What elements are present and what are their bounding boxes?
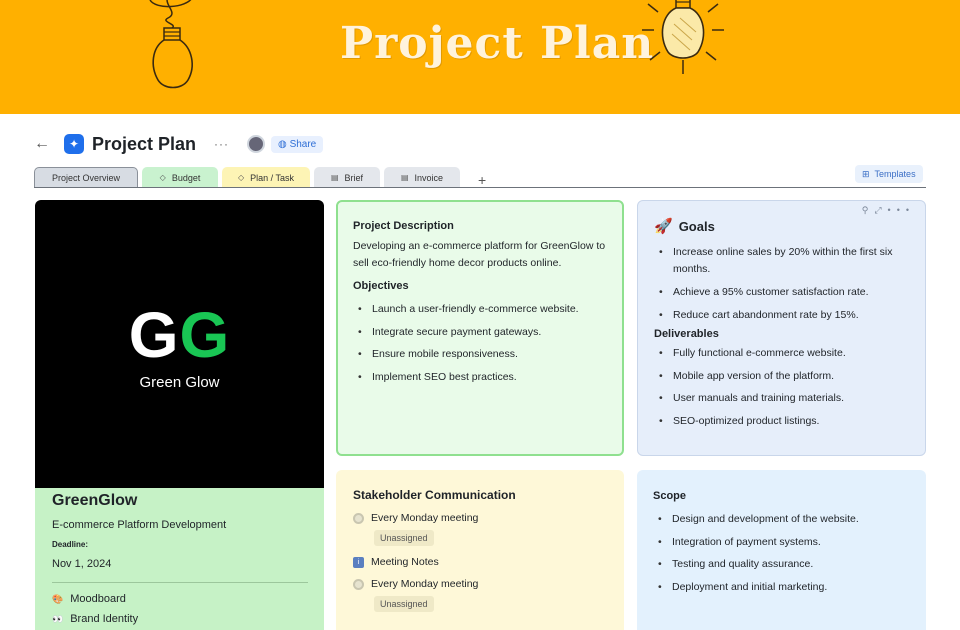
list-item: Achieve a 95% customer satisfaction rate…: [654, 281, 911, 304]
list-item: Design and development of the website.: [653, 508, 912, 531]
scope-heading: Scope: [653, 490, 687, 502]
assignee-badge[interactable]: Unassigned: [374, 596, 434, 612]
logo-letter-g2: G: [179, 298, 231, 371]
notes-row[interactable]: i Meeting Notes: [353, 556, 608, 568]
deadline-value: Nov 1, 2024: [52, 558, 112, 570]
avatar[interactable]: [247, 135, 266, 153]
scope-card: Scope Design and development of the webs…: [637, 470, 926, 630]
tab-label: Budget: [171, 172, 201, 183]
list-item: Mobile app version of the platform.: [654, 365, 911, 388]
page-header: ← ✦ Project Plan ··· ◍ Share: [34, 130, 324, 158]
back-arrow-icon[interactable]: ←: [34, 135, 56, 153]
more-options-icon[interactable]: ···: [214, 137, 229, 151]
deadline-label: Deadline:: [52, 540, 89, 549]
notes-icon: i: [353, 556, 364, 568]
task-row[interactable]: Every Monday meeting: [353, 512, 608, 524]
list-item: Deployment and initial marketing.: [653, 576, 912, 599]
grid-icon: ⊞: [862, 168, 870, 179]
tab-label: Brief: [344, 172, 364, 183]
brand-info: GreenGlow E-commerce Platform Developmen…: [35, 488, 324, 630]
document-icon: ▤: [400, 173, 409, 182]
list-item: User manuals and training materials.: [654, 387, 911, 410]
templates-button[interactable]: ⊞ Templates: [855, 165, 923, 183]
tab-label: Project Overview: [51, 173, 121, 183]
brand-subtitle: E-commerce Platform Development: [52, 519, 227, 531]
divider: [52, 582, 308, 583]
tab-project-overview[interactable]: Project Overview: [34, 167, 138, 188]
goals-title: 🚀 Goals: [654, 217, 911, 235]
stakeholder-communication-card: Stakeholder Communication Every Monday m…: [336, 470, 624, 630]
tab-budget[interactable]: ◇ Budget: [142, 167, 218, 188]
expand-icon[interactable]: ⤢: [874, 205, 887, 215]
goals-title-text: Goals: [678, 218, 715, 234]
add-tab-icon[interactable]: +: [478, 172, 486, 188]
tab-plan-task[interactable]: ◇ Plan / Task: [222, 167, 310, 188]
link-label: Brand Identity: [70, 613, 139, 625]
list-item: Fully functional e-commerce website.: [654, 342, 911, 365]
globe-icon: ◍: [278, 138, 290, 150]
share-label: Share: [289, 138, 317, 150]
banner: Project Plan: [0, 0, 960, 114]
link-brand-identity[interactable]: 👀 Brand Identity: [52, 613, 308, 625]
stakeholder-title: Stakeholder Communication: [353, 488, 516, 502]
logo-text: Green Glow: [139, 373, 220, 391]
eyes-icon: 👀: [52, 613, 64, 624]
notes-label: Meeting Notes: [371, 556, 439, 568]
status-circle-icon[interactable]: [353, 578, 364, 590]
page-title: Project Plan: [92, 133, 197, 154]
logo-letter-g1: G: [128, 298, 180, 371]
brand-logo: GG Green Glow: [35, 200, 324, 488]
objectives-heading: Objectives: [353, 280, 409, 292]
glowing-lightbulb-icon: [642, 0, 724, 74]
tab-label: Invoice: [414, 172, 444, 183]
project-description-card: Project Description Developing an e-comm…: [336, 200, 624, 456]
card-toolbar: ⚲⤢•••: [862, 205, 915, 216]
list-item: Launch a user-friendly e-commerce websit…: [353, 298, 607, 321]
document-icon: ▤: [330, 173, 339, 182]
brand-card: GG Green Glow GreenGlow E-commerce Platf…: [35, 200, 324, 630]
assignee-badge[interactable]: Unassigned: [374, 530, 434, 546]
status-circle-icon[interactable]: [353, 512, 364, 524]
list-item: Increase online sales by 20% within the …: [654, 241, 911, 281]
task-row[interactable]: Every Monday meeting: [353, 578, 608, 590]
list-item: Integrate secure payment gateways.: [353, 321, 607, 344]
task-label: Every Monday meeting: [371, 578, 479, 590]
tab-invoice[interactable]: ▤ Invoice: [384, 167, 460, 188]
tab-label: Plan / Task: [250, 172, 294, 183]
description-text: Developing an e-commerce platform for Gr…: [353, 240, 606, 269]
scope-list: Design and development of the website. I…: [653, 508, 912, 598]
deliverables-list: Fully functional e-commerce website. Mob…: [654, 342, 911, 432]
banner-title: Project Plan: [340, 18, 655, 69]
more-icon[interactable]: •••: [888, 205, 915, 215]
tab-bar: Project Overview ◇ Budget ◇ Plan / Task …: [34, 166, 486, 188]
list-item: Integration of payment systems.: [653, 531, 912, 554]
goals-list: Increase online sales by 20% within the …: [654, 241, 911, 326]
diamond-icon: ◇: [159, 173, 166, 182]
description-heading: Project Description: [353, 220, 454, 232]
list-item: SEO-optimized product listings.: [654, 410, 911, 433]
palette-icon: 🎨: [52, 593, 64, 604]
tab-divider: [34, 187, 926, 188]
goals-card: ⚲⤢••• 🚀 Goals Increase online sales by 2…: [637, 200, 926, 456]
diamond-icon: ◇: [237, 173, 245, 182]
rocket-icon: 🚀: [654, 218, 673, 235]
tab-brief[interactable]: ▤ Brief: [314, 167, 380, 188]
lightbulb-icon: [149, 0, 193, 89]
link-icon[interactable]: ⚲: [862, 205, 875, 215]
brand-name: GreenGlow: [52, 492, 138, 509]
app-window: ← ✦ Project Plan ··· ◍ Share Project Ove…: [0, 114, 960, 630]
list-item: Ensure mobile responsiveness.: [353, 343, 607, 366]
task-label: Every Monday meeting: [371, 512, 479, 524]
logo-mark: GG: [129, 298, 231, 372]
link-label: Moodboard: [70, 593, 126, 605]
list-item: Reduce cart abandonment rate by 15%.: [654, 304, 911, 327]
link-moodboard[interactable]: 🎨 Moodboard: [52, 593, 308, 605]
list-item: Testing and quality assurance.: [653, 553, 912, 576]
deliverables-heading: Deliverables: [654, 328, 719, 340]
objectives-list: Launch a user-friendly e-commerce websit…: [353, 298, 607, 388]
list-item: Implement SEO best practices.: [353, 366, 607, 389]
app-logo-icon: ✦: [64, 134, 84, 154]
templates-label: Templates: [874, 169, 916, 179]
share-button[interactable]: ◍ Share: [271, 135, 324, 153]
